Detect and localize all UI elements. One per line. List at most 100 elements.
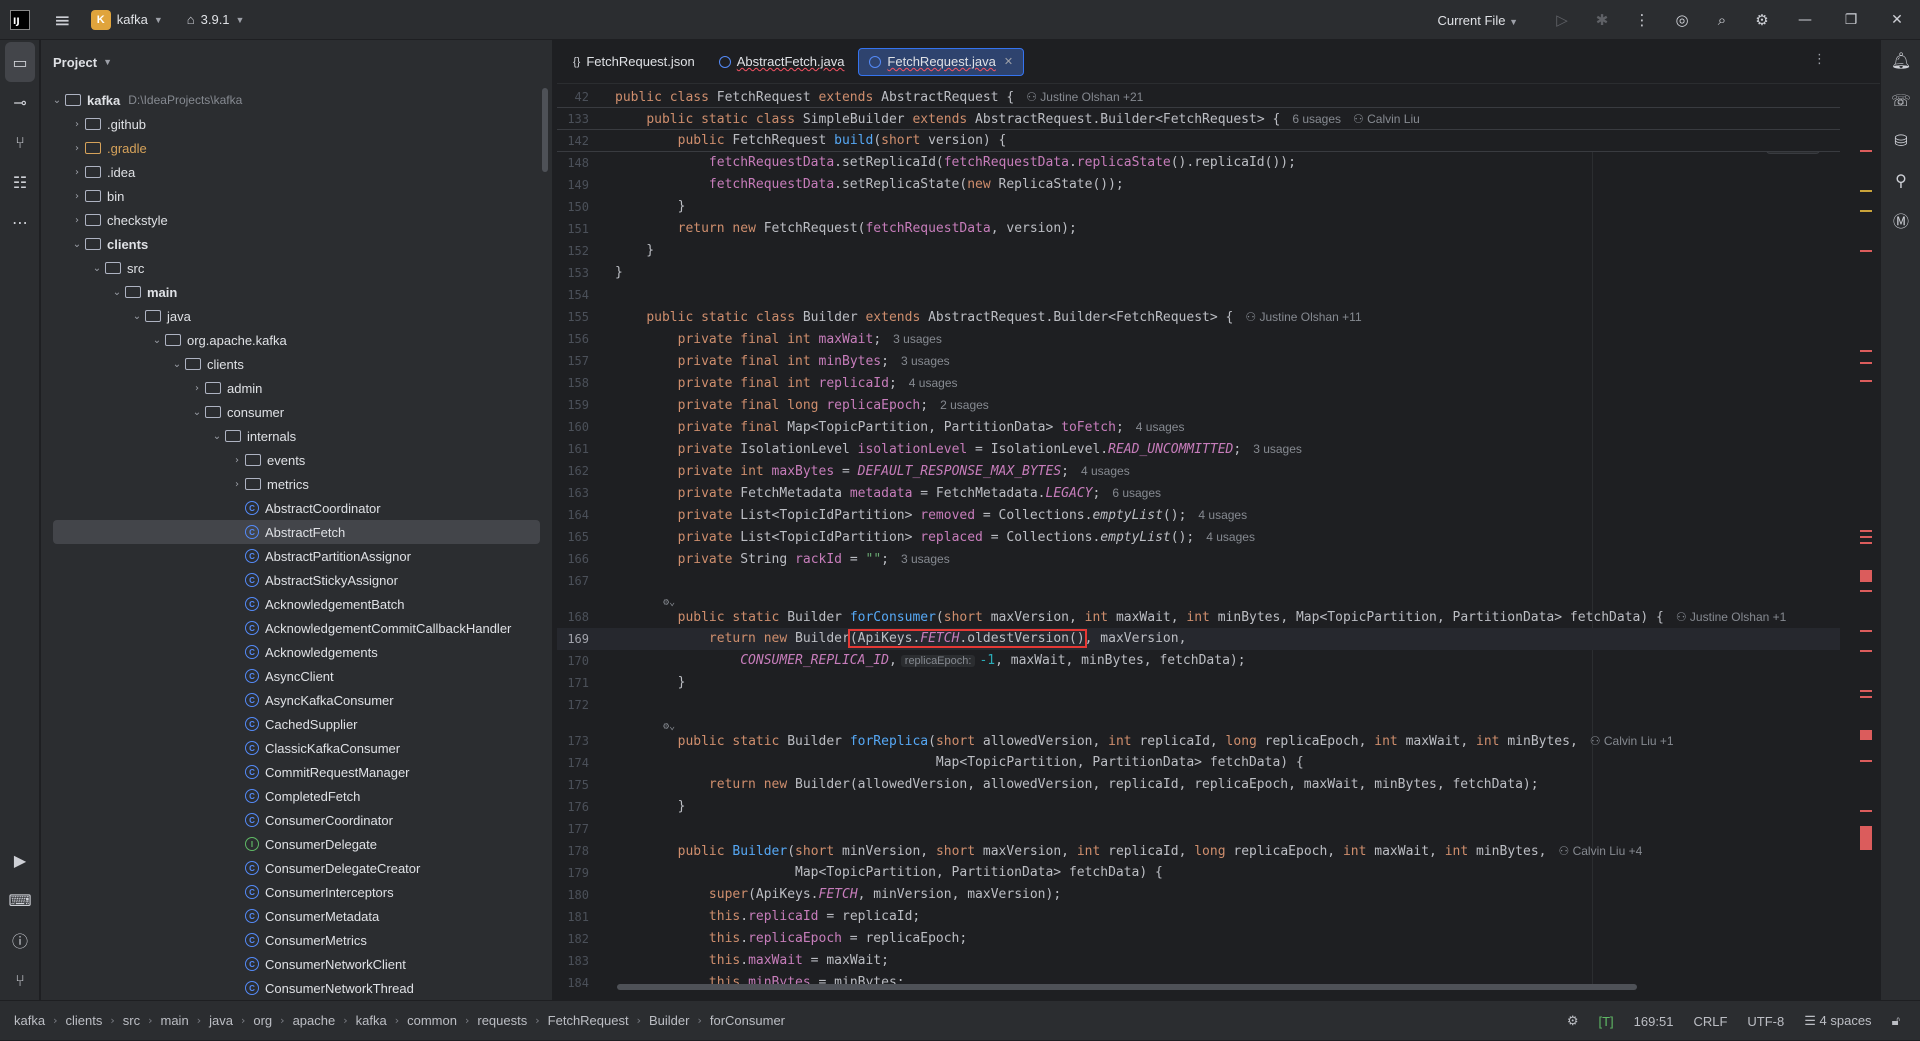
tree-item[interactable]: › events xyxy=(41,448,540,472)
ai-assistant-icon[interactable]: ◎ xyxy=(1662,11,1702,29)
settings-gear-icon[interactable]: ⚙ xyxy=(1742,11,1782,29)
close-tab-icon[interactable]: ✕ xyxy=(1004,55,1013,68)
chevron-down-icon[interactable]: ⌄ xyxy=(49,95,65,106)
project-switcher[interactable]: K kafka ▼ xyxy=(90,9,163,30)
tree-item[interactable]: C CommitRequestManager xyxy=(41,760,540,784)
problems-icon[interactable]: ⓘ xyxy=(0,920,40,960)
tree-item[interactable]: ⌄ consumer xyxy=(41,400,540,424)
breadcrumb-item[interactable]: requests xyxy=(477,1013,527,1028)
tree-item[interactable]: › .github xyxy=(41,112,540,136)
tree-item[interactable]: › .idea xyxy=(41,160,540,184)
tree-item[interactable]: ⌄ main xyxy=(41,280,540,304)
tree-item[interactable]: C AbstractCoordinator xyxy=(41,496,540,520)
tree-item[interactable]: C ConsumerNetworkClient xyxy=(41,952,540,976)
tree-item[interactable]: C AbstractStickyAssignor xyxy=(41,568,540,592)
breadcrumb-item[interactable]: apache xyxy=(293,1013,336,1028)
tree-item[interactable]: C AcknowledgementBatch xyxy=(41,592,540,616)
tree-item[interactable]: › bin xyxy=(41,184,540,208)
read-only-lock-icon[interactable]: 🔓︎ xyxy=(1892,1013,1900,1029)
chevron-down-icon[interactable]: ⌄ xyxy=(149,335,165,346)
line-separator[interactable]: CRLF xyxy=(1693,1014,1727,1029)
tree-item[interactable]: C ConsumerMetrics xyxy=(41,928,540,952)
breadcrumb-item[interactable]: common xyxy=(407,1013,457,1028)
tree-item[interactable]: C AbstractFetch xyxy=(53,520,540,544)
tree-item[interactable]: C ConsumerNetworkThread xyxy=(41,976,540,1000)
tree-item[interactable]: › checkstyle xyxy=(41,208,540,232)
maximize-button[interactable]: ❐ xyxy=(1828,12,1874,28)
tree-item[interactable]: › metrics xyxy=(41,472,540,496)
vcs-branch-widget[interactable]: ⌂ 3.9.1 ▼ xyxy=(187,12,245,27)
more-vertical-icon[interactable]: ⋮ xyxy=(1622,11,1662,29)
error-stripe[interactable] xyxy=(1860,90,1872,990)
services-icon[interactable]: ▶ xyxy=(0,840,40,880)
project-tool-icon[interactable]: ▭ xyxy=(5,42,35,82)
breadcrumb-item[interactable]: Builder xyxy=(649,1013,689,1028)
tree-item[interactable]: ⌄ internals xyxy=(41,424,540,448)
tree-item[interactable]: ⌄ org.apache.kafka xyxy=(41,328,540,352)
chevron-down-icon[interactable]: ⌄ xyxy=(129,311,145,322)
breadcrumb-item[interactable]: src xyxy=(123,1013,140,1028)
tree-item[interactable]: C AcknowledgementCommitCallbackHandler xyxy=(41,616,540,640)
editor-tab[interactable]: AbstractFetch.java xyxy=(709,48,855,76)
project-scrollbar[interactable] xyxy=(542,88,548,172)
chevron-down-icon[interactable]: ⌄ xyxy=(69,239,85,250)
editor-tab[interactable]: {} FetchRequest.json xyxy=(563,48,705,76)
pull-requests-icon[interactable]: ⑂ xyxy=(0,122,40,162)
file-encoding[interactable]: UTF-8 xyxy=(1747,1014,1784,1029)
notifications-icon[interactable]: 🔔︎ xyxy=(1881,40,1920,80)
run-config-selector[interactable]: Current File ▼ xyxy=(1438,13,1518,28)
tree-item[interactable]: I ConsumerDelegate xyxy=(41,832,540,856)
typo-check-icon[interactable]: [T] xyxy=(1599,1014,1614,1029)
breadcrumb-item[interactable]: kafka xyxy=(14,1013,45,1028)
commit-tool-icon[interactable]: ⊸ xyxy=(0,82,40,122)
breadcrumb-item[interactable]: org xyxy=(253,1013,272,1028)
gradle-icon[interactable]: ⚲ xyxy=(1881,160,1920,200)
ai-chat-icon[interactable]: ☏ xyxy=(1881,80,1920,120)
editor-tab[interactable]: FetchRequest.java ✕ xyxy=(858,47,1025,76)
breadcrumb-item[interactable]: main xyxy=(161,1013,189,1028)
terminal-icon[interactable]: ⌨ xyxy=(0,880,40,920)
tree-item[interactable]: C Acknowledgements xyxy=(41,640,540,664)
breadcrumb-item[interactable]: FetchRequest xyxy=(548,1013,629,1028)
indent-setting[interactable]: ☰ 4 spaces xyxy=(1804,1013,1871,1029)
chevron-down-icon[interactable]: ⌄ xyxy=(209,431,225,442)
tree-item[interactable]: ⌄ clients xyxy=(41,352,540,376)
more-tools-icon[interactable]: ⋯ xyxy=(0,202,40,242)
close-window-button[interactable]: ✕ xyxy=(1874,12,1920,28)
chevron-down-icon[interactable]: ⌄ xyxy=(189,407,205,418)
chevron-right-icon[interactable]: › xyxy=(69,167,85,178)
minimize-button[interactable]: — xyxy=(1782,12,1828,28)
database-icon[interactable]: ⛁ xyxy=(1881,120,1920,160)
chevron-right-icon[interactable]: › xyxy=(69,191,85,202)
chevron-right-icon[interactable]: › xyxy=(229,455,245,466)
horizontal-scrollbar[interactable] xyxy=(617,984,1637,990)
tree-item[interactable]: ⌄ clients xyxy=(41,232,540,256)
chevron-right-icon[interactable]: › xyxy=(229,479,245,490)
breadcrumb-item[interactable]: kafka xyxy=(356,1013,387,1028)
debug-icon[interactable]: ✱ xyxy=(1582,11,1622,29)
chevron-down-icon[interactable]: ⌄ xyxy=(109,287,125,298)
tree-item[interactable]: ⌄ kafka D:\IdeaProjects\kafka xyxy=(41,88,540,112)
chevron-right-icon[interactable]: › xyxy=(69,119,85,130)
tree-item[interactable]: C CachedSupplier xyxy=(41,712,540,736)
project-panel-header[interactable]: Project ▼ xyxy=(41,40,552,84)
chevron-down-icon[interactable]: ⌄ xyxy=(169,359,185,370)
tree-item[interactable]: ⌄ java xyxy=(41,304,540,328)
tree-item[interactable]: C CompletedFetch xyxy=(41,784,540,808)
search-icon[interactable]: ⌕ xyxy=(1702,11,1742,29)
tree-item[interactable]: C AbstractPartitionAssignor xyxy=(41,544,540,568)
tree-item[interactable]: › admin xyxy=(41,376,540,400)
tree-item[interactable]: C ConsumerMetadata xyxy=(41,904,540,928)
tree-item[interactable]: C ClassicKafkaConsumer xyxy=(41,736,540,760)
tree-item[interactable]: C AsyncClient xyxy=(41,664,540,688)
main-menu-icon[interactable]: ≡ xyxy=(54,8,71,32)
tree-item[interactable]: C ConsumerCoordinator xyxy=(41,808,540,832)
chevron-right-icon[interactable]: › xyxy=(69,215,85,226)
chevron-right-icon[interactable]: › xyxy=(189,383,205,394)
code-view[interactable]: 42 public class FetchRequest extends Abst… xyxy=(557,86,1840,994)
caret-position[interactable]: 169:51 xyxy=(1634,1014,1674,1029)
tree-item[interactable]: ⌄ src xyxy=(41,256,540,280)
git-icon[interactable]: ⑂ xyxy=(0,960,40,1000)
tree-item[interactable]: C ConsumerInterceptors xyxy=(41,880,540,904)
breadcrumb-item[interactable]: clients xyxy=(65,1013,102,1028)
